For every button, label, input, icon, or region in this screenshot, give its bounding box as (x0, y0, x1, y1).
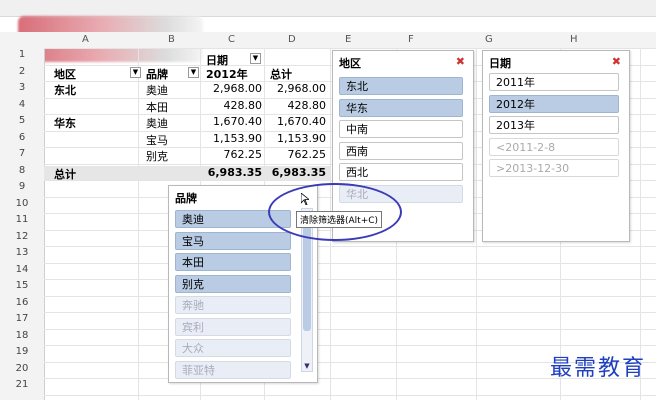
col-D[interactable]: D (288, 34, 296, 45)
slicer-item[interactable]: 宾利 (175, 317, 291, 336)
row-number[interactable]: 6 (0, 132, 44, 143)
pivot-brand-cell: 别克 (146, 150, 168, 163)
slicer-item[interactable]: 2012年 (489, 94, 619, 113)
grand-total-v1: 6,983.35 (207, 166, 262, 179)
col-F[interactable]: F (408, 34, 414, 45)
formula-bar (0, 0, 656, 17)
row-number[interactable]: 15 (0, 280, 44, 291)
slicer-item[interactable]: 本田 (175, 253, 291, 271)
slicer-item[interactable]: 西北 (339, 163, 463, 181)
col-H[interactable]: H (570, 34, 578, 45)
pivot-total-cell: 762.25 (287, 148, 327, 161)
pivot-value-cell: 762.25 (223, 148, 263, 161)
col-G[interactable]: G (485, 34, 493, 45)
pivot-region-cell: 东北 (54, 84, 76, 97)
pivot-brand-header: 品牌 (146, 68, 168, 81)
slicer-item[interactable]: 奔驰 (175, 296, 291, 314)
row-number[interactable]: 3 (0, 82, 44, 93)
row-number[interactable]: 19 (0, 346, 44, 357)
slicer-region-title: 地区 (339, 57, 361, 70)
row-number[interactable]: 9 (0, 181, 44, 192)
gridline-v (476, 48, 477, 400)
slicer-item[interactable]: >2013-12-30 (489, 159, 619, 177)
row-number[interactable]: 2 (0, 66, 44, 77)
pivot-brand-cell: 宝马 (146, 133, 168, 147)
pivot-value-cell: 1,670.40 (213, 115, 262, 128)
grand-total-label: 总计 (54, 168, 76, 181)
pivot-total-cell: 428.80 (287, 98, 327, 112)
col-E[interactable]: E (345, 34, 351, 45)
gridline-h (44, 394, 656, 396)
pivot-region-cell: 华东 (54, 117, 76, 130)
grand-total-v2: 6,983.35 (271, 166, 326, 179)
row-number[interactable]: 21 (0, 379, 44, 390)
pivot-region-header: 地区 (54, 68, 76, 81)
clear-filter-icon[interactable]: ✖ (612, 55, 621, 68)
pivot-total-cell: 1,670.40 (277, 115, 326, 128)
gridline-h (44, 312, 656, 313)
gridline-h (44, 262, 656, 264)
row-number[interactable]: 4 (0, 99, 44, 110)
row-number[interactable]: 20 (0, 363, 44, 374)
gridline-h (44, 295, 656, 297)
pivot-total-header: 总计 (270, 68, 292, 81)
slicer-item[interactable]: 菲亚特 (175, 360, 291, 379)
row-number[interactable]: 13 (0, 247, 44, 258)
chevron-down-icon[interactable]: ▼ (302, 361, 312, 371)
pivot-brand-cell: 本田 (146, 100, 168, 114)
slicer-item[interactable]: 2013年 (489, 116, 619, 134)
row-number[interactable]: 12 (0, 231, 44, 242)
gridline-h (44, 328, 656, 330)
gridline-v (138, 48, 139, 400)
column-header-row: A B C D E F G H (0, 32, 656, 49)
slicer-item[interactable]: 大众 (175, 339, 291, 357)
row-number[interactable]: 8 (0, 165, 44, 176)
col-C[interactable]: C (228, 34, 235, 45)
row-number[interactable]: 14 (0, 264, 44, 275)
pivot-total-cell: 1,153.90 (277, 131, 326, 145)
pivot-total-cell: 2,968.00 (277, 82, 326, 95)
pivot-brand-cell: 奥迪 (146, 117, 168, 130)
slicer-date[interactable]: 日期 ✖ 2011年 2012年 2013年 <2011-2-8 >2013-12-30 (482, 50, 630, 242)
row-number[interactable]: 17 (0, 313, 44, 324)
row-number[interactable]: 1 (0, 49, 44, 60)
slicer-item[interactable]: 东北 (339, 77, 463, 95)
gridline-v (640, 48, 641, 400)
filter-icon[interactable]: ▼ (250, 53, 261, 64)
slicer-date-title: 日期 (489, 57, 511, 70)
row-number[interactable]: 10 (0, 198, 44, 209)
slicer-item[interactable]: 2011年 (489, 73, 619, 91)
gridline-h (44, 279, 656, 280)
watermark: 最需教育 (549, 356, 646, 381)
pivot-value-cell: 428.80 (223, 98, 263, 112)
slicer-item[interactable]: 中南 (339, 120, 463, 138)
gridline-h (44, 246, 656, 247)
pivot-value-cell: 2,968.00 (213, 82, 262, 95)
row-number[interactable]: 16 (0, 297, 44, 308)
row-number[interactable]: 5 (0, 115, 44, 126)
filter-icon[interactable]: ▼ (188, 67, 199, 78)
row-number[interactable]: 18 (0, 330, 44, 341)
row-number[interactable]: 11 (0, 214, 44, 225)
highlight-ellipse (268, 183, 402, 241)
slicer-item[interactable]: 华东 (339, 98, 463, 117)
clear-filter-icon[interactable]: ✖ (456, 55, 465, 68)
filter-icon[interactable]: ▼ (130, 67, 141, 78)
pivot-brand-cell: 奥迪 (146, 84, 168, 97)
gridline-h (44, 48, 656, 49)
slicer-item[interactable]: 宝马 (175, 231, 291, 250)
pivot-year-header: 2012年 (206, 68, 248, 81)
slicer-brand-title: 品牌 (175, 192, 197, 205)
slicer-item[interactable]: 别克 (175, 274, 291, 293)
row-number[interactable]: 7 (0, 148, 44, 159)
slicer-item[interactable]: <2011-2-8 (489, 137, 619, 156)
slicer-item[interactable]: 西南 (339, 141, 463, 160)
pivot-value-cell: 1,153.90 (213, 131, 262, 145)
gridline-h (44, 345, 656, 346)
col-B[interactable]: B (168, 34, 175, 45)
col-A[interactable]: A (82, 34, 89, 45)
